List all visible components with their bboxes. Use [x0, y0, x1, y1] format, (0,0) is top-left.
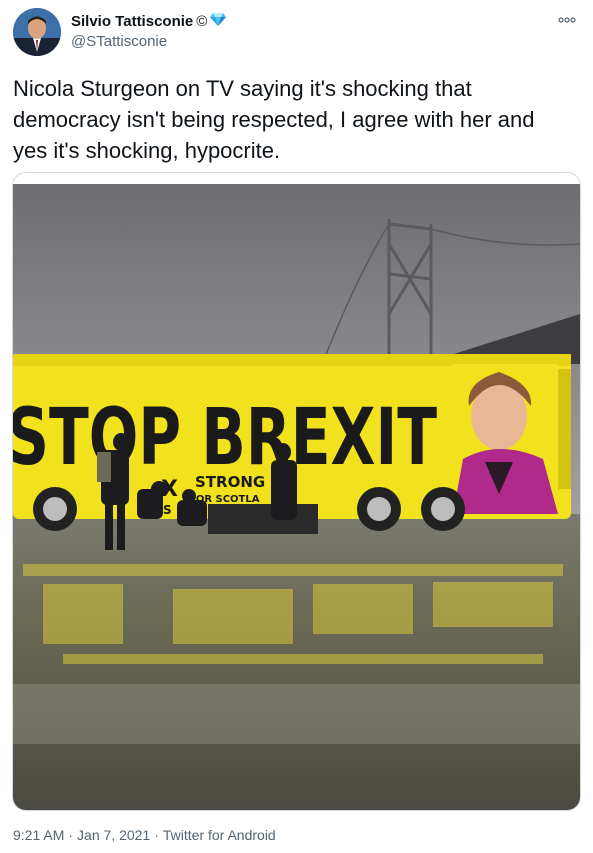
- meta-separator: ·: [154, 827, 159, 843]
- tweet-date[interactable]: Jan 7, 2021: [77, 827, 150, 843]
- avatar-image: [13, 8, 61, 56]
- more-options-icon[interactable]: [555, 8, 579, 32]
- bus-photo[interactable]: STOP BREXIT X STRONG FOR SCOTLA S: [13, 184, 580, 810]
- bus-subtext-strong: STRONG: [195, 473, 265, 491]
- tweet-time[interactable]: 9:21 AM: [13, 827, 64, 843]
- tweet: Silvio Tattisconie © @STattisconie Nicol…: [0, 0, 593, 853]
- meta-separator: ·: [68, 827, 74, 843]
- tweet-source[interactable]: Twitter for Android: [163, 827, 276, 843]
- tweet-media[interactable]: STOP BREXIT X STRONG FOR SCOTLA S: [12, 172, 581, 811]
- author-avatar[interactable]: [13, 8, 61, 56]
- author-handle[interactable]: @STattisconie: [71, 33, 167, 50]
- bus-slogan: STOP BREXIT: [13, 393, 437, 483]
- author-display-name[interactable]: Silvio Tattisconie: [71, 13, 193, 30]
- diamond-icon: [210, 12, 227, 30]
- author-name-row[interactable]: Silvio Tattisconie ©: [71, 12, 227, 30]
- author-name-suffix: ©: [196, 12, 208, 30]
- tweet-metadata: 9:21 AM · Jan 7, 2021 · Twitter for Andr…: [13, 827, 276, 843]
- tweet-text: Nicola Sturgeon on TV saying it's shocki…: [13, 76, 535, 163]
- bus-partial-letter: S: [163, 503, 172, 517]
